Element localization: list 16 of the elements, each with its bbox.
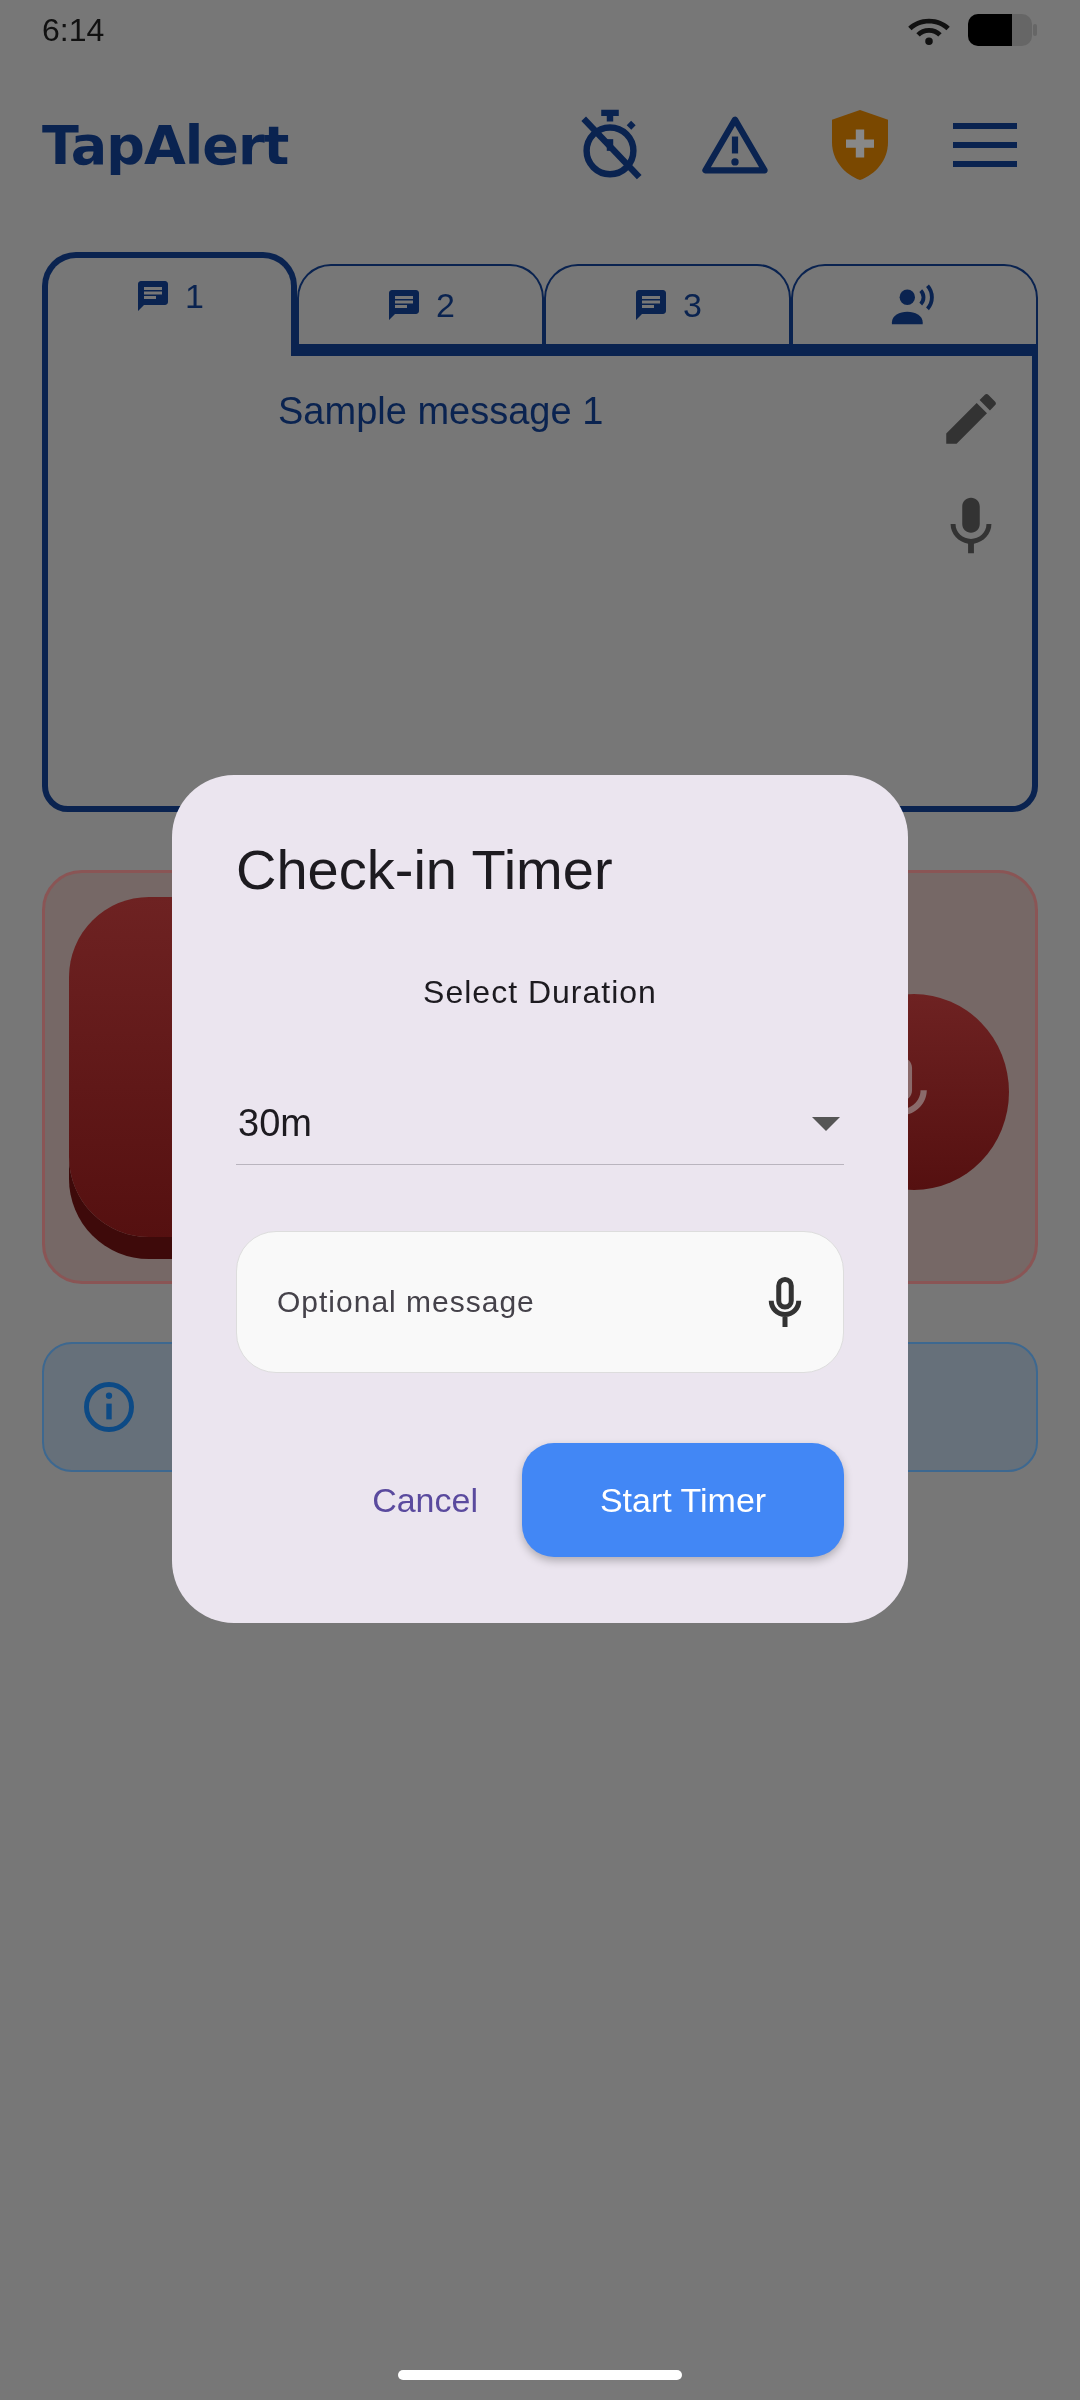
message-tab[interactable]: 3	[544, 264, 791, 350]
cancel-button[interactable]: Cancel	[362, 1470, 488, 1530]
dialog-subtitle: Select Duration	[423, 974, 657, 1011]
info-icon	[82, 1380, 136, 1434]
message-text: Sample message 1	[278, 390, 604, 434]
start-timer-button[interactable]: Start Timer	[522, 1443, 844, 1557]
message-tab[interactable]: 1	[42, 252, 297, 356]
message-input-field[interactable]: Optional message	[236, 1231, 844, 1373]
status-time: 6:14	[42, 11, 105, 49]
message-tab[interactable]	[791, 264, 1038, 350]
app-logo: TapAlert	[42, 113, 290, 177]
battery-icon	[968, 13, 1038, 47]
dialog-title: Check-in Timer	[236, 837, 613, 902]
dropdown-arrow-icon	[812, 1116, 840, 1131]
duration-dropdown[interactable]: 30m	[236, 1083, 844, 1165]
message-tab[interactable]: 2	[297, 264, 544, 350]
